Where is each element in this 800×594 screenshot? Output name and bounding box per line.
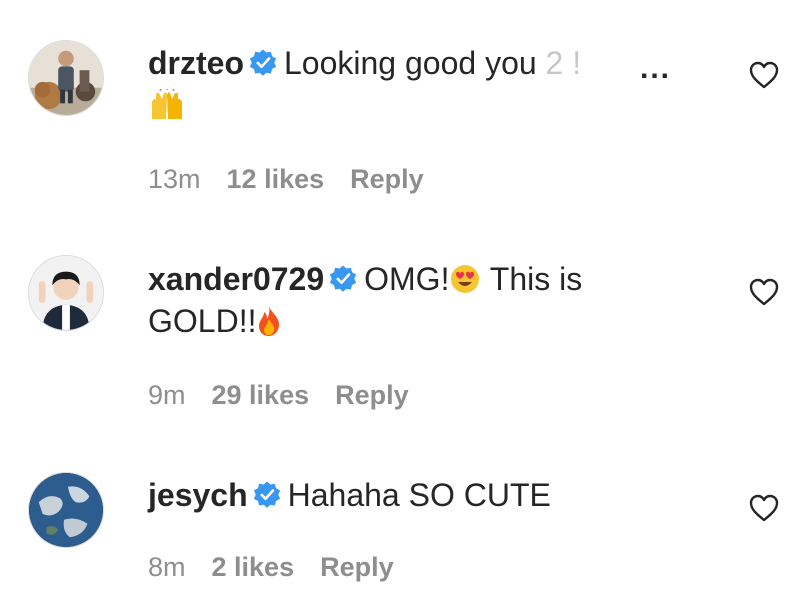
comment-text: OMG!	[364, 261, 450, 297]
reply-button[interactable]: Reply	[320, 552, 394, 582]
likes-count[interactable]: 2 likes	[212, 552, 295, 582]
avatar-person-image	[29, 256, 103, 330]
reply-button[interactable]: Reply	[335, 380, 409, 410]
username[interactable]: xander0729	[148, 261, 324, 297]
avatar[interactable]	[28, 40, 104, 116]
avatar-dogs-image	[29, 41, 103, 115]
comment-text: Looking good you	[284, 45, 546, 81]
avatar[interactable]	[28, 472, 104, 548]
verified-badge-icon	[328, 264, 358, 294]
verified-badge-icon	[252, 480, 282, 510]
comment-body: jesych Hahaha SO CUTE	[148, 474, 708, 516]
comment-text: This is	[481, 261, 583, 297]
likes-count[interactable]: 12 likes	[227, 164, 325, 194]
timestamp[interactable]: 8m	[148, 552, 186, 582]
timestamp[interactable]: 13m	[148, 164, 201, 194]
more-options-button[interactable]: ...	[640, 52, 671, 86]
heart-eyes-icon	[449, 263, 481, 295]
like-heart-icon[interactable]	[748, 277, 780, 307]
reply-button[interactable]: Reply	[350, 164, 424, 194]
comment-body: drzteo Looking good you 2 !	[148, 42, 708, 126]
like-heart-icon[interactable]	[748, 60, 780, 90]
comment-meta: 8m 2 likes Reply	[148, 552, 420, 583]
username[interactable]: jesych	[148, 477, 248, 513]
raised-hands-icon	[148, 89, 186, 121]
verified-badge-icon	[248, 48, 278, 78]
comment-text: Hahaha SO CUTE	[287, 477, 551, 513]
likes-count[interactable]: 29 likes	[212, 380, 310, 410]
username[interactable]: drzteo	[148, 45, 244, 81]
comment-body: xander0729 OMG! This is GOLD!!	[148, 258, 708, 342]
comment-meta: 9m 29 likes Reply	[148, 380, 435, 411]
like-heart-icon[interactable]	[748, 493, 780, 523]
fire-icon	[256, 305, 282, 337]
avatar-earth-image	[29, 473, 103, 547]
comment-text-line2: GOLD!!	[148, 303, 257, 339]
comment-text-faded: 2 !	[545, 45, 582, 81]
avatar[interactable]	[28, 255, 104, 331]
timestamp[interactable]: 9m	[148, 380, 186, 410]
comment-meta: 13m 12 likes Reply	[148, 164, 450, 195]
